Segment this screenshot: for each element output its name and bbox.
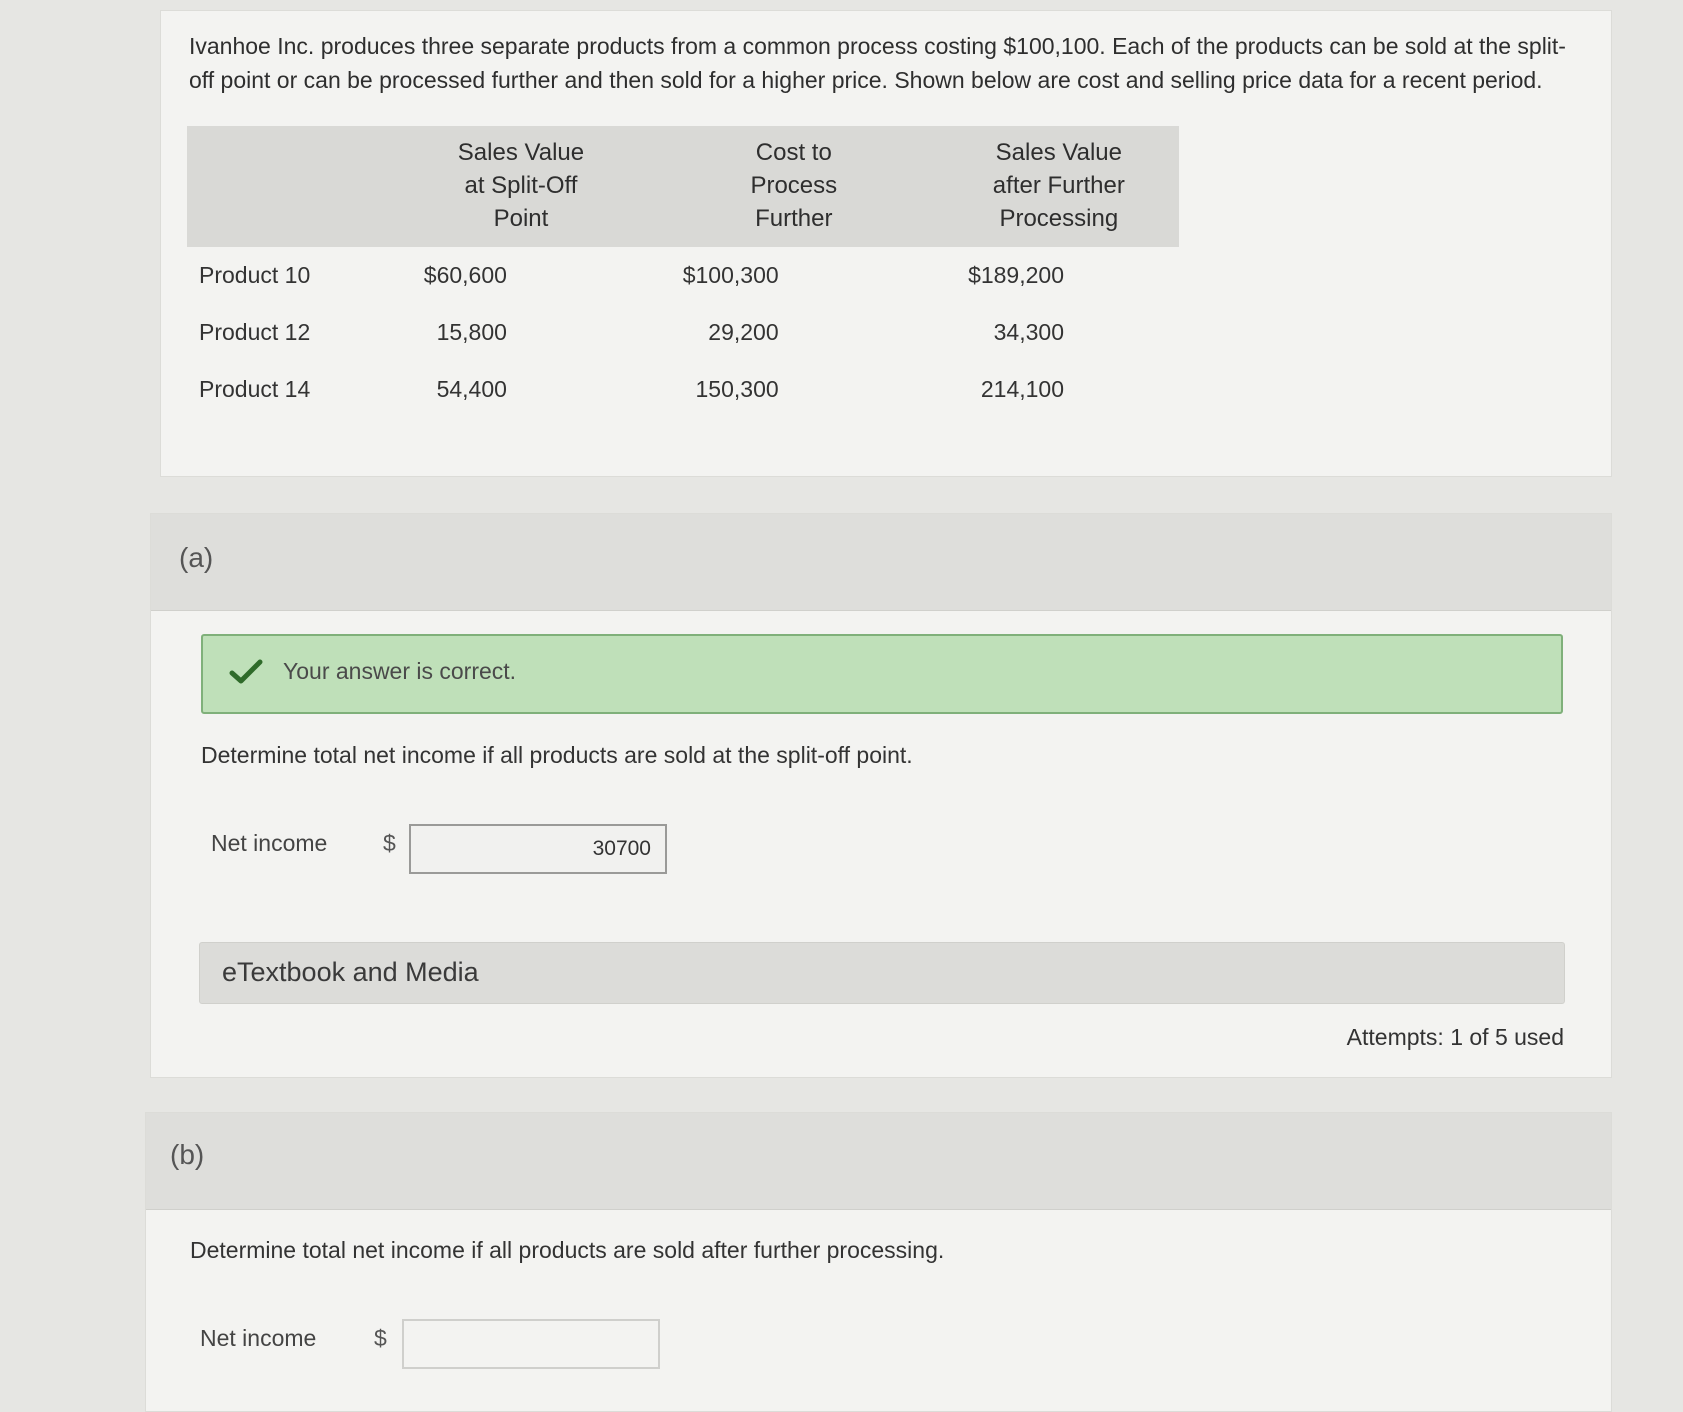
header-sales-after-further: Sales Value after Further Processing [938, 126, 1179, 247]
net-income-input-b[interactable] [402, 1319, 660, 1369]
checkmark-icon [229, 659, 263, 684]
header-cost-further: Cost to Process Further [648, 126, 939, 247]
header-blank [187, 126, 393, 247]
correct-feedback-banner: Your answer is correct. [201, 634, 1563, 714]
header-line: Further [755, 205, 833, 232]
part-a-question: Determine total net income if all produc… [201, 742, 913, 768]
part-a-label: (a) [179, 542, 214, 573]
feedback-text: Your answer is correct. [283, 658, 517, 684]
header-line: at Split-Off [464, 172, 578, 199]
currency-symbol: $ [374, 1325, 387, 1351]
after-further-value: 214,100 [980, 376, 1064, 402]
header-line: Point [493, 205, 549, 232]
net-income-label: Net income [200, 1325, 317, 1351]
part-b-question: Determine total net income if all produc… [190, 1237, 945, 1263]
header-line: Process [750, 172, 838, 199]
part-a-card: (a) Your answer is correct. Determine to… [150, 513, 1612, 1078]
table-header-row: Sales Value at Split-Off Point Cost to P… [187, 126, 1179, 247]
part-a-header: (a) [151, 514, 1611, 611]
split-off-value: $60,600 [423, 262, 507, 288]
split-off-value: 54,400 [436, 376, 507, 402]
cost-data-table: Sales Value at Split-Off Point Cost to P… [187, 126, 1179, 418]
etextbook-label: eTextbook and Media [222, 957, 479, 987]
etextbook-and-media-button[interactable]: eTextbook and Media [199, 942, 1565, 1004]
problem-intro: Ivanhoe Inc. produces three separate pro… [189, 33, 1566, 93]
product-name: Product 10 [199, 262, 311, 288]
header-line: Sales Value [457, 139, 585, 166]
after-further-value: $189,200 [968, 262, 1064, 288]
header-line: Cost to [755, 139, 832, 166]
problem-card: Ivanhoe Inc. produces three separate pro… [160, 10, 1612, 477]
table-row: Product 12 15,800 29,200 34,300 [187, 304, 1179, 361]
cost-further-value: $100,300 [682, 262, 779, 288]
header-line: Sales Value [995, 139, 1122, 166]
header-line: after Further [992, 172, 1125, 199]
header-line: Processing [999, 205, 1119, 232]
header-sales-split-off: Sales Value at Split-Off Point [393, 126, 649, 247]
part-b-card: (b) Determine total net income if all pr… [145, 1112, 1612, 1412]
product-name: Product 14 [199, 376, 311, 402]
currency-symbol: $ [383, 830, 396, 856]
attempts-counter: Attempts: 1 of 5 used [1346, 1024, 1564, 1050]
net-income-input-a[interactable] [409, 824, 667, 874]
after-further-value: 34,300 [993, 319, 1064, 345]
part-b-header: (b) [146, 1113, 1611, 1210]
net-income-label: Net income [211, 830, 328, 856]
split-off-value: 15,800 [436, 319, 507, 345]
product-name: Product 12 [199, 319, 311, 345]
cost-further-value: 29,200 [708, 319, 779, 345]
part-b-label: (b) [170, 1139, 205, 1170]
table-row: Product 10 $60,600 $100,300 $189,200 [187, 247, 1179, 304]
cost-further-value: 150,300 [695, 376, 779, 402]
table-row: Product 14 54,400 150,300 214,100 [187, 361, 1179, 418]
